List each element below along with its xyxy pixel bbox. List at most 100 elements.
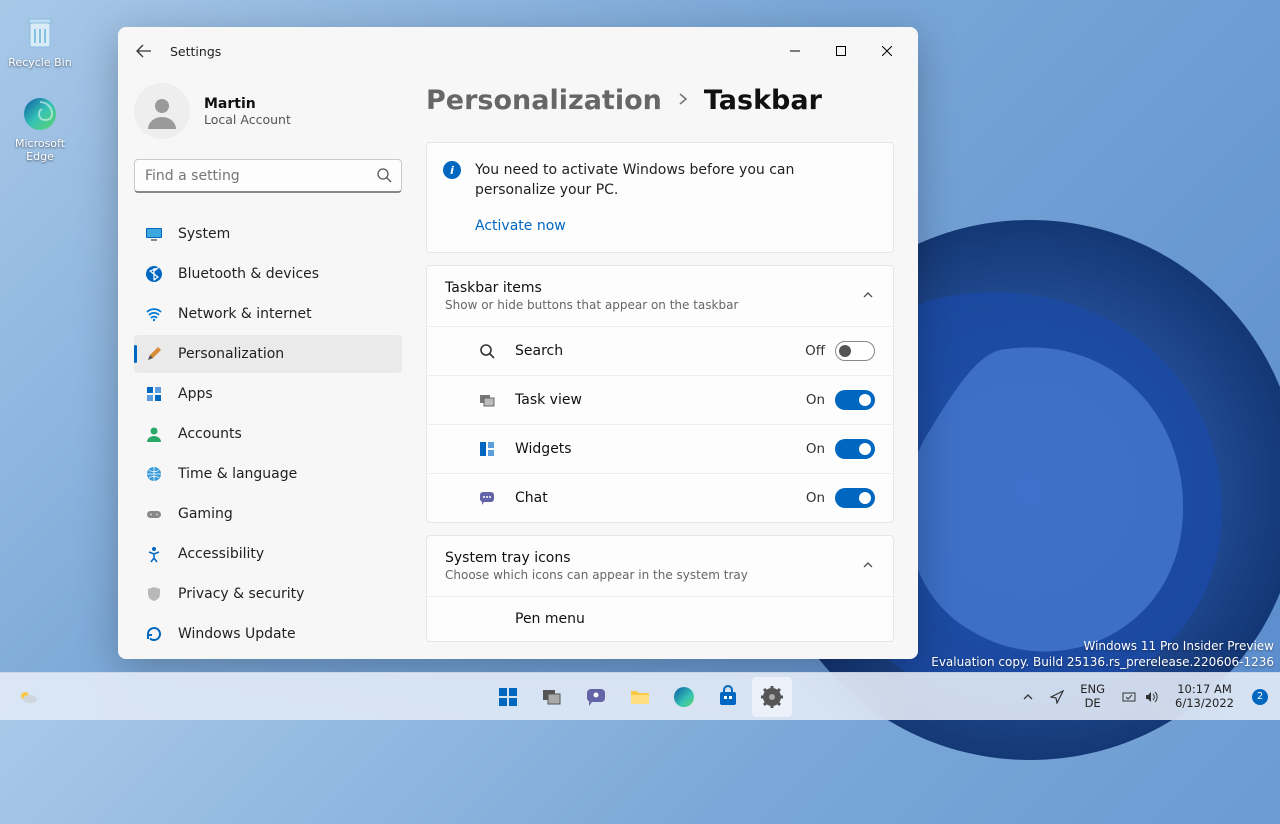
section-title: System tray icons	[445, 550, 861, 566]
breadcrumb-parent[interactable]: Personalization	[426, 85, 662, 116]
sidebar-item-label: Personalization	[178, 346, 284, 362]
task-view-toggle[interactable]	[835, 390, 875, 410]
file-explorer-button[interactable]	[620, 677, 660, 717]
sidebar-item-network[interactable]: Network & internet	[134, 295, 402, 333]
sidebar-item-time-language[interactable]: Time & language	[134, 455, 402, 493]
search-icon	[376, 167, 392, 187]
network-volume-tray[interactable]	[1115, 685, 1165, 709]
sidebar-item-bluetooth[interactable]: Bluetooth & devices	[134, 255, 402, 293]
chevron-right-icon	[676, 91, 690, 110]
task-view-button[interactable]	[532, 677, 572, 717]
close-button[interactable]	[864, 35, 910, 67]
sidebar-item-accessibility[interactable]: Accessibility	[134, 535, 402, 573]
recycle-bin-icon[interactable]: Recycle Bin	[2, 8, 78, 73]
section-subtitle: Choose which icons can appear in the sys…	[445, 568, 861, 582]
sidebar-item-label: Gaming	[178, 506, 233, 522]
person-icon	[144, 424, 164, 444]
sidebar-item-label: Apps	[178, 386, 213, 402]
titlebar: Settings	[118, 27, 918, 75]
sidebar-item-label: Time & language	[178, 466, 297, 482]
section-subtitle: Show or hide buttons that appear on the …	[445, 298, 861, 312]
notification-badge: 2	[1252, 689, 1268, 705]
activation-message: You need to activate Windows before you …	[475, 161, 875, 200]
search-input[interactable]	[134, 159, 402, 193]
toggle-state: On	[806, 490, 825, 506]
row-widgets: Widgets On	[427, 424, 893, 473]
system-tray-section: System tray icons Choose which icons can…	[426, 535, 894, 642]
search-toggle[interactable]	[835, 341, 875, 361]
sidebar-item-label: Bluetooth & devices	[178, 266, 319, 282]
toggle-state: On	[806, 392, 825, 408]
shield-icon	[144, 584, 164, 604]
widgets-weather-button[interactable]	[8, 681, 48, 713]
wifi-icon	[144, 304, 164, 324]
minimize-button[interactable]	[772, 35, 818, 67]
toggle-state: Off	[805, 343, 825, 359]
task-view-icon	[477, 391, 497, 409]
sidebar-item-windows-update[interactable]: Windows Update	[134, 615, 402, 653]
store-button[interactable]	[708, 677, 748, 717]
sidebar-item-gaming[interactable]: Gaming	[134, 495, 402, 533]
edge-button[interactable]	[664, 677, 704, 717]
widgets-toggle[interactable]	[835, 439, 875, 459]
clock[interactable]: 10:17 AM6/13/2022	[1169, 679, 1240, 715]
row-pen-menu: Pen menu	[427, 596, 893, 641]
row-label: Search	[515, 343, 805, 359]
system-icon	[144, 224, 164, 244]
update-icon	[144, 624, 164, 644]
taskbar-items-section: Taskbar items Show or hide buttons that …	[426, 265, 894, 523]
row-label: Chat	[515, 490, 806, 506]
sidebar-item-label: Network & internet	[178, 306, 312, 322]
microsoft-edge-icon[interactable]: Microsoft Edge	[2, 89, 78, 167]
row-chat: Chat On	[427, 473, 893, 522]
chat-toggle[interactable]	[835, 488, 875, 508]
row-label: Pen menu	[515, 611, 875, 627]
back-button[interactable]	[126, 33, 162, 69]
tray-overflow-button[interactable]	[1016, 687, 1040, 707]
settings-button[interactable]	[752, 677, 792, 717]
sidebar-item-label: Accessibility	[178, 546, 264, 562]
account-name: Martin	[204, 96, 291, 112]
start-button[interactable]	[488, 677, 528, 717]
chevron-up-icon	[861, 287, 875, 306]
accessibility-icon	[144, 544, 164, 564]
sidebar: Martin Local Account System Bluetooth & …	[118, 75, 418, 659]
main-panel: Personalization Taskbar i You need to ac…	[418, 75, 918, 659]
row-label: Task view	[515, 392, 806, 408]
widgets-icon	[477, 440, 497, 458]
paintbrush-icon	[144, 344, 164, 364]
language-indicator[interactable]: ENGDE	[1074, 679, 1111, 713]
section-title: Taskbar items	[445, 280, 861, 296]
breadcrumb-current: Taskbar	[704, 85, 822, 116]
globe-clock-icon	[144, 464, 164, 484]
row-search: Search Off	[427, 326, 893, 375]
sidebar-item-label: Privacy & security	[178, 586, 304, 602]
sidebar-item-system[interactable]: System	[134, 215, 402, 253]
sidebar-item-personalization[interactable]: Personalization	[134, 335, 402, 373]
activate-now-link[interactable]: Activate now	[475, 218, 566, 234]
breadcrumb: Personalization Taskbar	[426, 75, 894, 142]
info-icon: i	[443, 161, 461, 179]
sidebar-item-label: System	[178, 226, 230, 242]
settings-window: Settings Martin Local Account System Blu…	[118, 27, 918, 659]
activation-banner: i You need to activate Windows before yo…	[426, 142, 894, 253]
search-icon	[477, 342, 497, 360]
system-tray-header[interactable]: System tray icons Choose which icons can…	[427, 536, 893, 596]
build-watermark: Windows 11 Pro Insider Preview Evaluatio…	[931, 638, 1274, 670]
chat-button[interactable]	[576, 677, 616, 717]
sidebar-item-accounts[interactable]: Accounts	[134, 415, 402, 453]
avatar	[134, 83, 190, 139]
row-label: Widgets	[515, 441, 806, 457]
location-icon[interactable]	[1044, 686, 1070, 708]
sidebar-item-apps[interactable]: Apps	[134, 375, 402, 413]
sidebar-item-label: Accounts	[178, 426, 242, 442]
chat-icon	[477, 489, 497, 507]
maximize-button[interactable]	[818, 35, 864, 67]
taskbar-items-header[interactable]: Taskbar items Show or hide buttons that …	[427, 266, 893, 326]
chevron-up-icon	[861, 557, 875, 576]
sidebar-item-label: Windows Update	[178, 626, 296, 642]
toggle-state: On	[806, 441, 825, 457]
notification-center-button[interactable]: 2	[1244, 685, 1274, 709]
account-block[interactable]: Martin Local Account	[134, 75, 402, 159]
sidebar-item-privacy[interactable]: Privacy & security	[134, 575, 402, 613]
